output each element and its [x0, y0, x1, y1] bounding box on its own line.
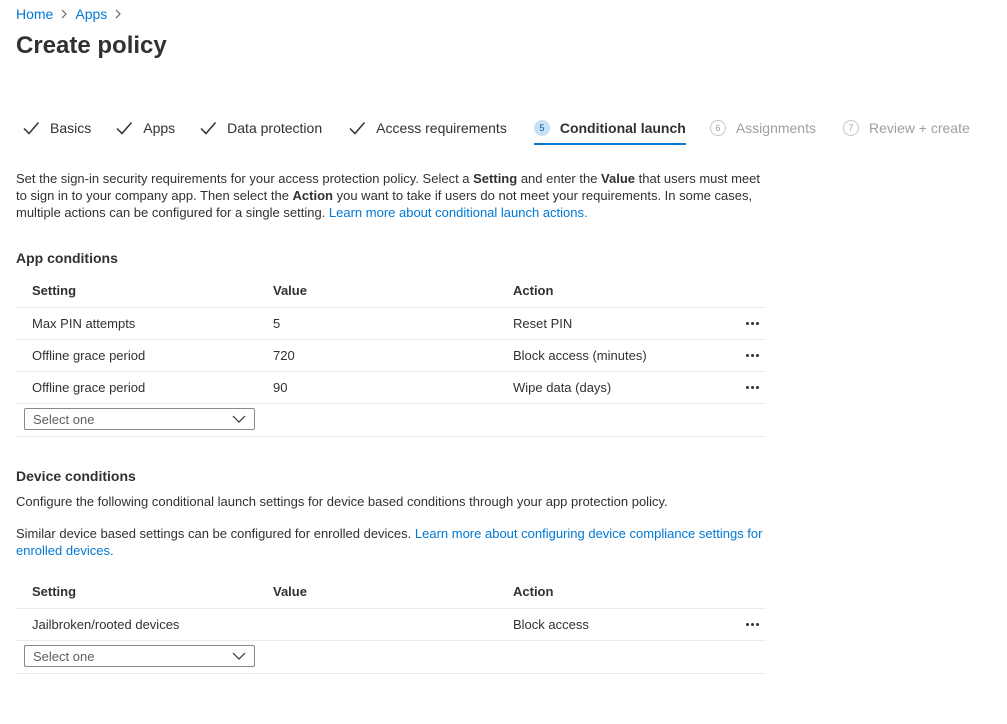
- tab-review-create[interactable]: 7 Review + create: [842, 116, 970, 140]
- checkmark-icon: [115, 119, 133, 137]
- column-header-value: Value: [273, 282, 307, 298]
- row-value: 5: [273, 316, 281, 331]
- create-policy-page: Home Apps Create policy Basics Apps Data: [0, 0, 1007, 724]
- add-setting-row: Select one: [16, 641, 766, 674]
- column-header-setting: Setting: [32, 282, 77, 298]
- app-setting-dropdown[interactable]: Select one: [24, 408, 255, 430]
- column-header-setting: Setting: [32, 583, 77, 599]
- step-label: Access requirements: [376, 120, 507, 136]
- device-conditions-note: Similar device based settings can be con…: [16, 526, 763, 558]
- device-setting-dropdown[interactable]: Select one: [24, 645, 255, 667]
- dropdown-placeholder: Select one: [33, 648, 95, 664]
- chevron-right-icon: [60, 9, 68, 19]
- more-dots-icon[interactable]: [742, 615, 762, 633]
- tab-basics[interactable]: Basics: [22, 116, 91, 140]
- step-label: Review + create: [868, 120, 970, 136]
- more-dots-icon[interactable]: [742, 314, 762, 332]
- row-value: 90: [273, 380, 288, 395]
- tab-apps[interactable]: Apps: [115, 116, 175, 140]
- chevron-down-icon: [232, 414, 246, 424]
- step-label: Conditional launch: [559, 120, 686, 136]
- tab-assignments[interactable]: 6 Assignments: [709, 116, 816, 140]
- tab-access-requirements[interactable]: Access requirements: [348, 116, 507, 140]
- row-setting: Max PIN attempts: [32, 316, 136, 331]
- checkmark-icon: [199, 119, 217, 137]
- device-conditions-text: Configure the following conditional laun…: [16, 494, 668, 509]
- learn-more-conditional-launch-link[interactable]: Learn more about conditional launch acti…: [329, 205, 588, 220]
- row-action: Reset PIN: [513, 316, 573, 331]
- table-row: Offline grace period 90 Wipe data (days): [16, 372, 766, 404]
- breadcrumb: Home Apps: [16, 6, 129, 22]
- table-row: Offline grace period 720 Block access (m…: [16, 340, 766, 372]
- step-label: Apps: [143, 120, 176, 136]
- step-label: Basics: [50, 120, 92, 136]
- row-setting: Offline grace period: [32, 380, 146, 395]
- row-action: Block access: [513, 617, 589, 632]
- app-conditions-table: Setting Value Action Max PIN attempts 5 …: [16, 273, 766, 437]
- device-conditions-table: Setting Value Action Jailbroken/rooted d…: [16, 574, 766, 674]
- breadcrumb-home-link[interactable]: Home: [16, 6, 53, 22]
- column-header-action: Action: [513, 282, 554, 298]
- tab-conditional-launch[interactable]: 5 Conditional launch: [533, 116, 686, 145]
- page-description: Set the sign-in security requirements fo…: [16, 171, 761, 220]
- row-setting: Jailbroken/rooted devices: [32, 617, 180, 632]
- table-header: Setting Value Action: [16, 273, 766, 308]
- table-row: Max PIN attempts 5 Reset PIN: [16, 308, 766, 340]
- breadcrumb-apps-link[interactable]: Apps: [75, 6, 107, 22]
- page-title: Create policy: [16, 32, 167, 59]
- more-dots-icon[interactable]: [742, 378, 762, 396]
- checkmark-icon: [348, 119, 366, 137]
- more-dots-icon[interactable]: [742, 346, 762, 364]
- dropdown-placeholder: Select one: [33, 411, 95, 427]
- chevron-down-icon: [232, 651, 246, 661]
- checkmark-icon: [22, 119, 40, 137]
- table-row: Jailbroken/rooted devices Block access: [16, 609, 766, 641]
- chevron-right-icon: [114, 9, 122, 19]
- wizard-steps: Basics Apps Data protection Access requi…: [22, 116, 970, 145]
- step-number-badge: 5: [533, 120, 550, 136]
- step-label: Data protection: [227, 120, 323, 136]
- column-header-action: Action: [513, 583, 554, 599]
- table-header: Setting Value Action: [16, 574, 766, 609]
- row-action: Block access (minutes): [513, 348, 647, 363]
- tab-data-protection[interactable]: Data protection: [199, 116, 322, 140]
- row-setting: Offline grace period: [32, 348, 146, 363]
- row-value: 720: [273, 348, 295, 363]
- step-number-badge: 6: [709, 120, 726, 136]
- add-setting-row: Select one: [16, 404, 766, 437]
- column-header-value: Value: [273, 583, 307, 599]
- step-label: Assignments: [735, 120, 816, 136]
- step-number-badge: 7: [842, 120, 859, 136]
- row-action: Wipe data (days): [513, 380, 612, 395]
- app-conditions-title: App conditions: [16, 250, 118, 266]
- device-conditions-title: Device conditions: [16, 468, 136, 484]
